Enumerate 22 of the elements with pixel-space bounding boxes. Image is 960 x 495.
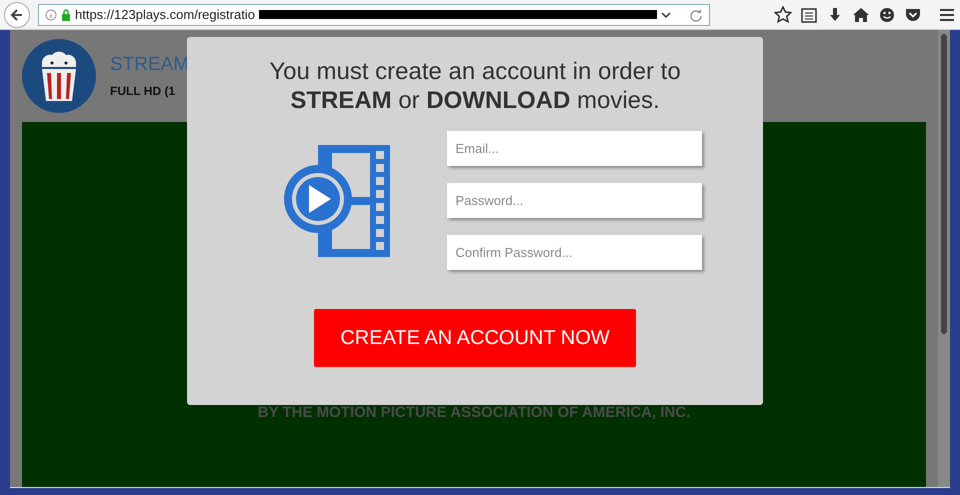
scrollbar[interactable] — [938, 30, 950, 487]
modal-heading: You must create an account in order to STREAM or DOWNLOAD movies. — [269, 57, 681, 115]
create-account-button[interactable]: CREATE AN ACCOUNT NOW — [314, 309, 636, 367]
reload-icon[interactable] — [689, 8, 703, 22]
copyright-text: BY THE MOTION PICTURE ASSOCIATION OF AMERICA, INC. — [258, 404, 690, 422]
film-play-icon — [284, 144, 390, 256]
smiley-icon[interactable] — [878, 6, 896, 24]
info-icon — [45, 8, 57, 20]
back-button[interactable] — [4, 2, 30, 28]
address-bar[interactable]: https://123plays.com/registratio — [38, 4, 710, 26]
text-field[interactable]: Confirm Password... — [446, 235, 702, 270]
text-field[interactable]: Password... — [446, 183, 702, 218]
bookmark-star-icon[interactable] — [774, 6, 792, 24]
back-arrow-icon — [10, 8, 24, 22]
url-text: https://123plays.com/registratio — [75, 7, 255, 22]
lock-icon — [61, 8, 71, 20]
dropdown-chevron-icon[interactable] — [661, 10, 671, 18]
home-icon[interactable] — [852, 6, 870, 24]
header-title: STREAM — [110, 54, 190, 76]
header-subtitle: FULL HD (1 — [110, 84, 176, 98]
reading-list-icon[interactable] — [800, 6, 818, 24]
text-field[interactable]: Email... — [446, 131, 702, 166]
